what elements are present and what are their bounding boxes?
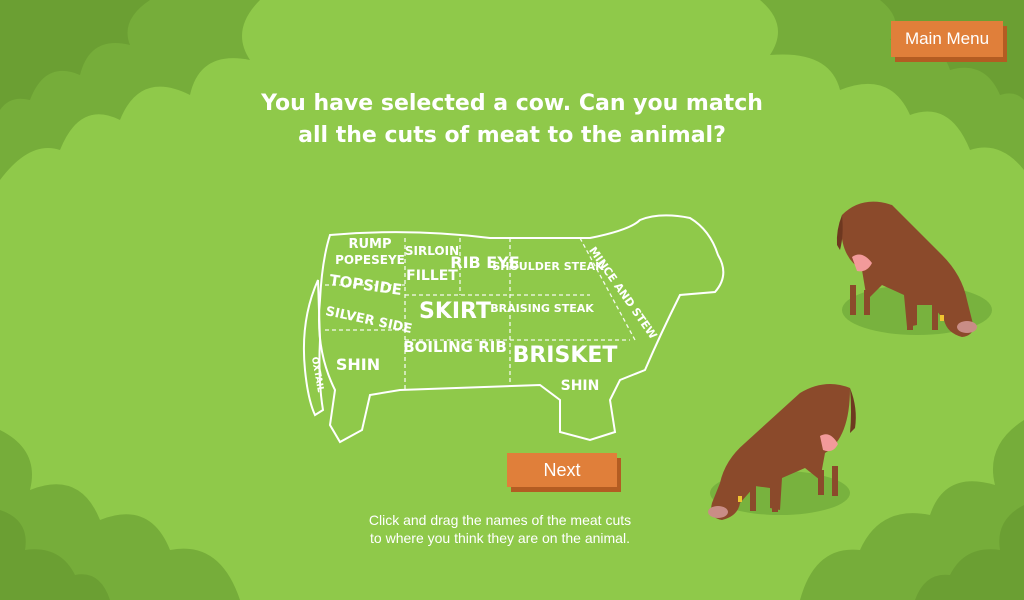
instructions-line-1: Click and drag the names of the meat cut…: [368, 512, 632, 528]
cut-label-oxtail: OXTAIL: [309, 356, 325, 393]
instructions-line-2: to where you think they are on the anima…: [370, 530, 630, 546]
instructions-text: Click and drag the names of the meat cut…: [310, 511, 690, 547]
cow-image-top: [836, 201, 992, 337]
cut-label-boiling-rib: BOILING RIB: [403, 338, 507, 356]
main-menu-button[interactable]: Main Menu: [891, 21, 1003, 57]
page-title: You have selected a cow. Can you match a…: [212, 88, 812, 152]
cut-label-brisket: BRISKET: [513, 343, 618, 368]
cut-label-silverside: SILVER SIDE: [324, 304, 413, 337]
cut-label-rump: RUMP: [348, 237, 391, 252]
cow-image-bottom: [708, 384, 856, 520]
cut-label-topside: TOPSIDE: [328, 271, 403, 299]
cut-label-skirt: SKIRT: [419, 299, 491, 324]
cut-label-shin-rear: SHIN: [336, 355, 380, 374]
cut-label-popeseye: POPESEYE: [335, 253, 405, 267]
next-button[interactable]: Next: [507, 453, 617, 487]
title-line-1: You have selected a cow. Can you match: [261, 91, 763, 116]
cut-label-braising-steak: BRAISING STEAK: [490, 302, 594, 315]
cut-label-mince-and-stew: MINCE AND STEW: [586, 244, 659, 341]
cut-label-shoulder-steak: SHOULDER STEAK: [492, 260, 604, 273]
cow-cuts-diagram: RUMP POPESEYE TOPSIDE SILVER SIDE OXTAIL…: [302, 214, 725, 444]
title-line-2: all the cuts of meat to the animal?: [298, 123, 726, 148]
cut-label-shin-front: SHIN: [561, 378, 600, 394]
